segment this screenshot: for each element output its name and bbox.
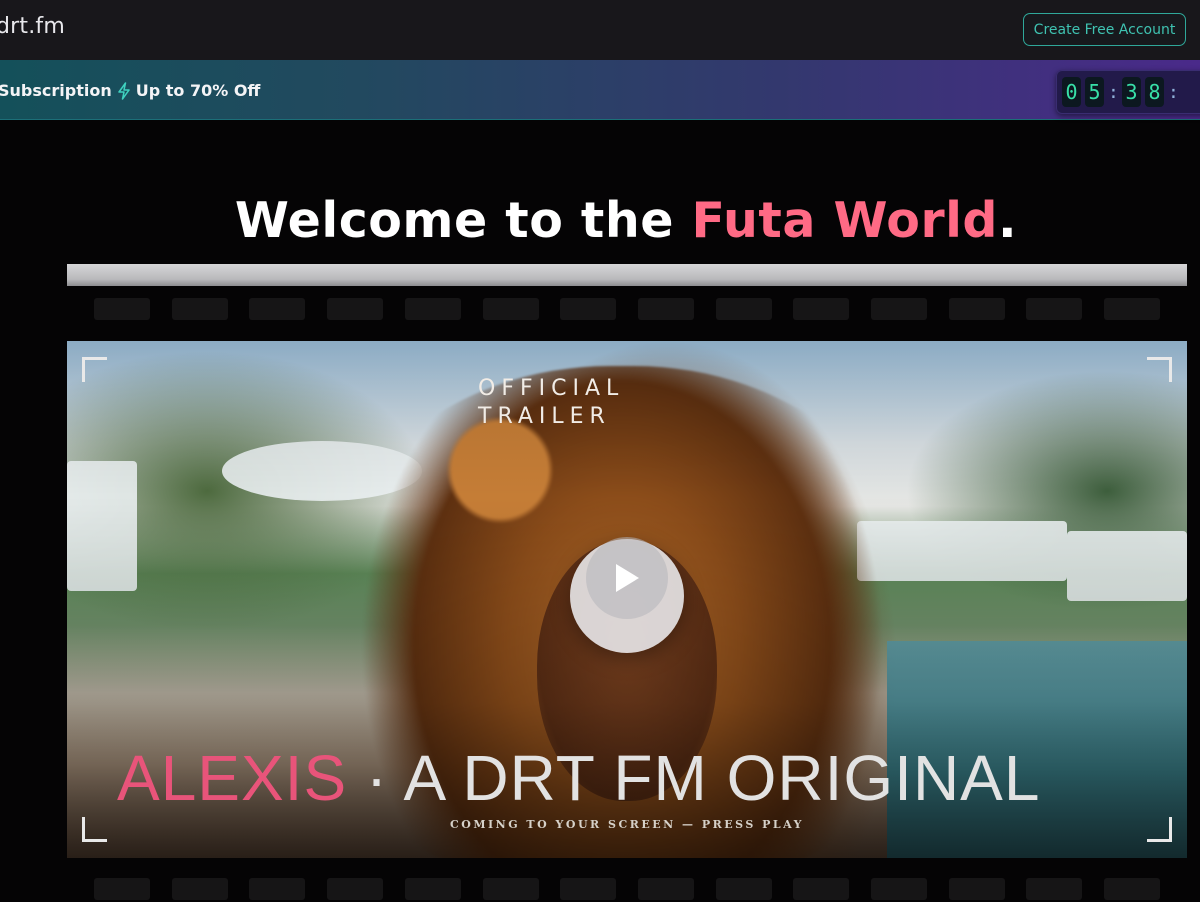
countdown-separator: : xyxy=(1108,81,1119,103)
trailer-line-2: TRAILER xyxy=(478,404,611,429)
film-sprocket-hole xyxy=(482,298,539,320)
headline-prefix: Welcome to the xyxy=(234,192,692,249)
official-trailer-label: OFFICIAL TRAILER xyxy=(478,375,624,431)
frame-corner-icon xyxy=(82,357,107,382)
film-sprocket-hole xyxy=(560,878,617,900)
promo-text: Subscription Up to 70% Off xyxy=(0,81,260,100)
video-title: ALEXIS · A DRT FM ORIGINAL xyxy=(117,741,1040,815)
film-sprocket-hole xyxy=(637,298,694,320)
countdown-digit: 3 xyxy=(1122,77,1141,107)
promo-discount-label: Up to 70% Off xyxy=(135,81,261,100)
film-sprocket-hole xyxy=(404,298,461,320)
film-sprocket-hole xyxy=(637,878,694,900)
top-nav: drt.fm Create Free Account xyxy=(0,0,1200,61)
film-sprocket-hole xyxy=(249,298,306,320)
film-sprocket-hole xyxy=(94,298,150,320)
site-logo[interactable]: drt.fm xyxy=(0,14,65,39)
video-tagline: COMING TO YOUR SCREEN — PRESS PLAY xyxy=(450,818,804,831)
film-sprocket-hole xyxy=(948,298,1005,320)
film-sprocket-hole xyxy=(1026,298,1083,320)
film-sprocket-hole xyxy=(793,878,850,900)
frame-corner-icon xyxy=(1147,357,1172,382)
film-sprocket-hole xyxy=(94,878,150,900)
film-sprocket-hole xyxy=(715,298,772,320)
film-sprocket-hole xyxy=(871,298,927,320)
film-sprockets-bottom xyxy=(67,878,1187,902)
film-sprocket-hole xyxy=(1104,878,1161,900)
film-sprockets-top xyxy=(67,298,1187,322)
lightning-icon xyxy=(117,81,130,100)
promo-subscription-label: Subscription xyxy=(0,81,112,100)
film-sprocket-hole xyxy=(171,878,228,900)
film-strip-top-edge xyxy=(67,264,1187,286)
countdown-timer: 0 5 : 3 8 : xyxy=(1056,70,1200,114)
play-icon xyxy=(616,564,639,592)
countdown-separator: : xyxy=(1168,81,1179,103)
film-sprocket-hole xyxy=(793,298,850,320)
film-sprocket-hole xyxy=(482,878,539,900)
countdown-digit: 5 xyxy=(1085,77,1104,107)
film-sprocket-hole xyxy=(715,878,772,900)
film-sprocket-hole xyxy=(948,878,1005,900)
countdown-digit: 8 xyxy=(1145,77,1164,107)
film-sprocket-hole xyxy=(404,878,461,900)
countdown-digit: 0 xyxy=(1062,77,1081,107)
video-player[interactable]: OFFICIAL TRAILER ALEXIS · A DRT FM ORIGI… xyxy=(67,341,1187,858)
film-sprocket-hole xyxy=(327,298,384,320)
play-button-inner xyxy=(586,537,668,619)
film-sprocket-hole xyxy=(327,878,384,900)
play-button[interactable] xyxy=(570,537,684,653)
video-title-rest: · A DRT FM ORIGINAL xyxy=(347,742,1041,814)
headline-suffix: . xyxy=(997,192,1018,249)
create-free-account-button[interactable]: Create Free Account xyxy=(1023,13,1186,46)
film-sprocket-hole xyxy=(1104,298,1161,320)
promo-banner[interactable]: Subscription Up to 70% Off xyxy=(0,60,1200,120)
film-sprocket-hole xyxy=(249,878,306,900)
film-sprocket-hole xyxy=(1026,878,1083,900)
video-title-name: ALEXIS xyxy=(117,742,348,814)
film-sprocket-hole xyxy=(871,878,927,900)
trailer-line-1: OFFICIAL xyxy=(478,376,625,401)
headline-accent: Futa World xyxy=(691,192,998,249)
film-sprocket-hole xyxy=(171,298,228,320)
film-sprocket-hole xyxy=(560,298,617,320)
hero-headline: Welcome to the Futa World. xyxy=(0,192,1200,249)
